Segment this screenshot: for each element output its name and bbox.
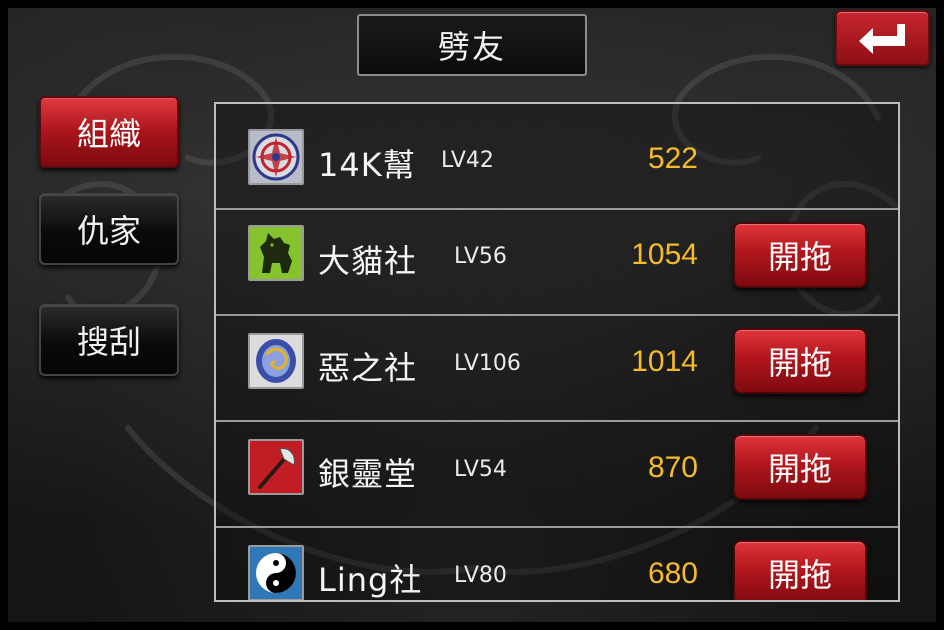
sidebar-item-organization[interactable]: 組織 — [39, 96, 179, 168]
start-war-button[interactable]: 開拖 — [733, 222, 867, 288]
axe-emblem-icon — [248, 439, 304, 495]
return-arrow-icon — [858, 24, 905, 54]
start-war-label: 開拖 — [767, 450, 832, 488]
dragon-medallion-emblem-icon — [248, 333, 304, 389]
list-item: 銀靈堂 LV54 870 開拖 — [216, 422, 898, 528]
list-item: 14K幫 LV42 522 — [216, 104, 898, 210]
gang-level: LV42 — [441, 148, 494, 173]
page-title-box: 劈友 — [357, 14, 587, 76]
yin-yang-emblem-icon — [248, 545, 304, 600]
start-war-button[interactable]: 開拖 — [733, 434, 867, 500]
back-button[interactable] — [835, 10, 930, 66]
gang-name: 惡之社 — [318, 349, 418, 387]
gang-name: 銀靈堂 — [318, 455, 418, 493]
sidebar-item-label: 組織 — [76, 115, 141, 153]
list-item: Ling社 LV80 680 開拖 — [216, 528, 898, 600]
gang-score: 870 — [647, 451, 698, 484]
gang-score: 1014 — [631, 345, 698, 378]
gang-score: 1054 — [631, 238, 698, 271]
gang-name: 14K幫 — [318, 146, 416, 184]
page-title: 劈友 — [437, 28, 506, 66]
list-item: 惡之社 LV106 1014 開拖 — [216, 316, 898, 422]
compass-seal-emblem-icon — [248, 129, 304, 185]
gang-score: 522 — [647, 142, 698, 175]
gang-level: LV56 — [454, 244, 507, 269]
gang-level: LV106 — [454, 351, 521, 376]
sidebar-item-enemies[interactable]: 仇家 — [39, 193, 179, 265]
start-war-button[interactable]: 開拖 — [733, 328, 867, 394]
start-war-label: 開拖 — [767, 344, 832, 382]
gang-name: 大貓社 — [318, 242, 418, 280]
gang-score: 680 — [647, 557, 698, 590]
game-screen: 劈友 組織 仇家 搜刮 14K幫 LV42 522 大貓社 LV56 1054 … — [8, 8, 936, 622]
gang-name: Ling社 — [318, 561, 423, 599]
start-war-button[interactable]: 開拖 — [733, 540, 867, 600]
gang-list[interactable]: 14K幫 LV42 522 大貓社 LV56 1054 開拖 惡之社 LV106… — [214, 102, 900, 602]
start-war-label: 開拖 — [767, 556, 832, 594]
gang-level: LV80 — [454, 563, 507, 588]
sidebar-item-label: 搜刮 — [76, 323, 141, 361]
gang-level: LV54 — [454, 457, 507, 482]
wolf-emblem-icon — [248, 225, 304, 281]
list-item: 大貓社 LV56 1054 開拖 — [216, 210, 898, 316]
start-war-label: 開拖 — [767, 238, 832, 276]
sidebar-item-loot[interactable]: 搜刮 — [39, 304, 179, 376]
sidebar-item-label: 仇家 — [76, 212, 141, 250]
